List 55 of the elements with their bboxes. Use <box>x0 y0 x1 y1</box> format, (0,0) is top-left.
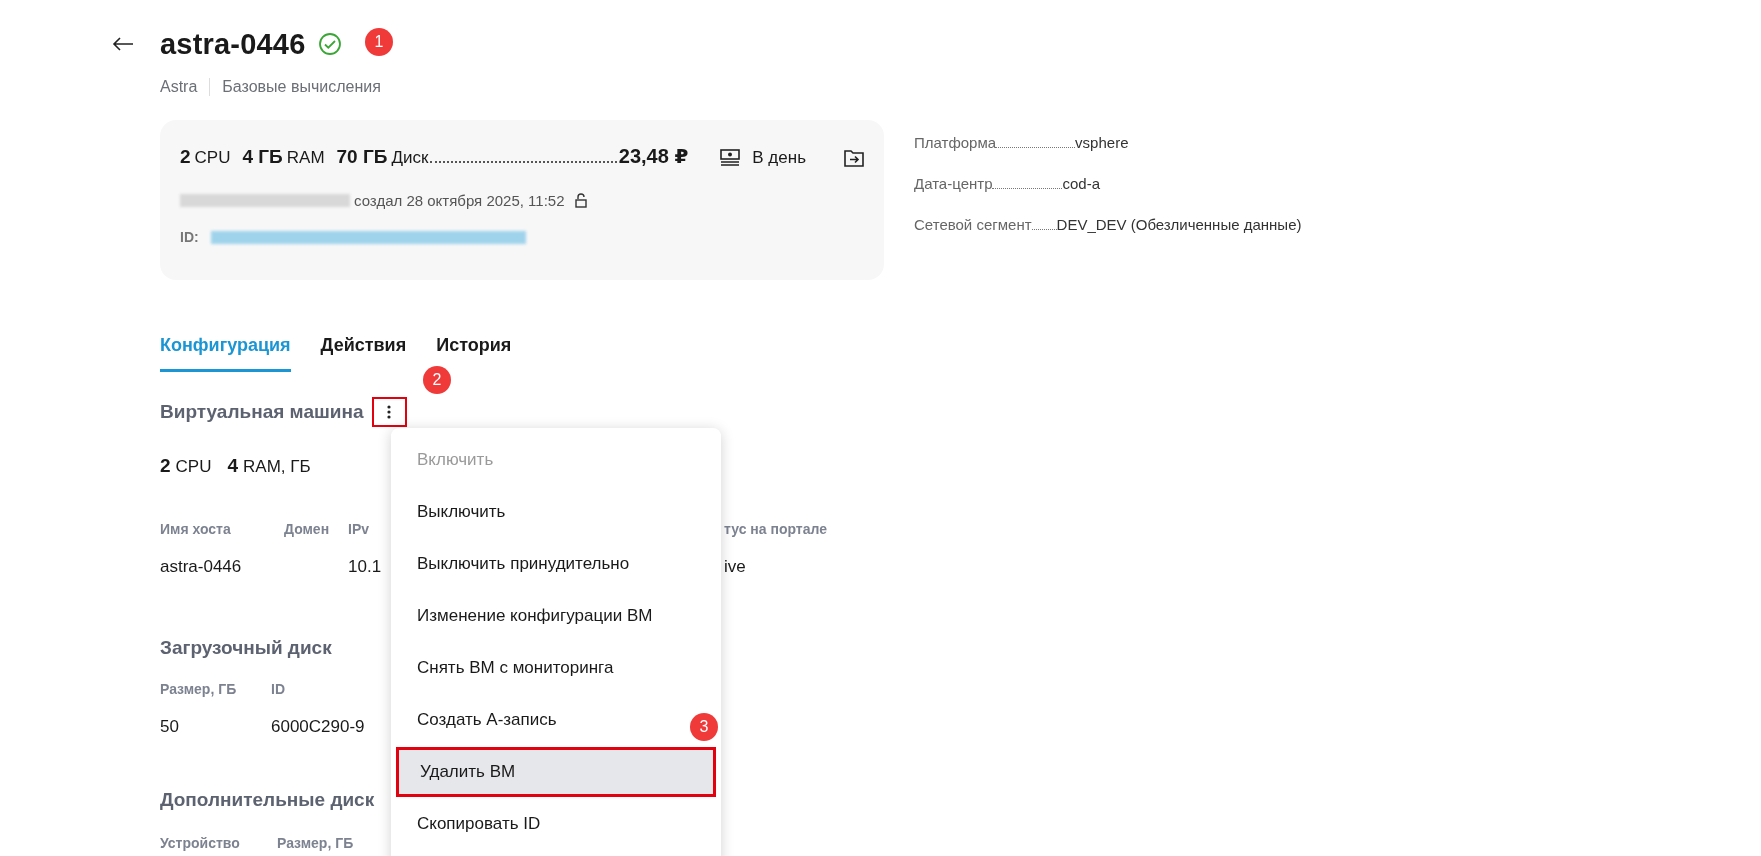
table-cell: 50 <box>160 717 179 737</box>
table-cell: astra-0446 <box>160 557 242 577</box>
price: 23,48 ₽ <box>618 144 689 168</box>
created-info: создал 28 октября 2025, 11:52 <box>354 192 565 209</box>
column-header: IPv <box>348 521 369 537</box>
menu-item[interactable]: Выключить <box>391 486 721 538</box>
spec-value: 2 <box>180 146 191 168</box>
spec-value: 70 ГБ <box>336 146 388 168</box>
banknote-icon <box>720 149 741 167</box>
menu-item[interactable]: Снять ВМ с мониторинга <box>391 642 721 694</box>
column-header: ID <box>271 681 285 697</box>
info-label: Сетевой сегмент <box>914 216 1032 233</box>
info-label: Дата-центр <box>914 175 993 192</box>
info-value: DEV_DEV (Обезличенные данные) <box>1056 216 1302 233</box>
column-header: Размер, ГБ <box>277 835 354 851</box>
callout-badge: 1 <box>365 28 393 56</box>
table-cell: ive <box>724 557 746 577</box>
spec-unit: RAM <box>286 148 325 168</box>
resource-value: 4 <box>227 455 239 477</box>
back-arrow-icon <box>112 37 134 51</box>
menu-item[interactable]: Выключить принудительно <box>391 538 721 590</box>
column-header: Устройство <box>160 835 240 851</box>
column-header: Размер, ГБ <box>160 681 237 697</box>
move-to-folder-button[interactable] <box>844 149 864 167</box>
info-value: vsphere <box>1075 134 1129 151</box>
tab[interactable]: Действия <box>320 335 407 372</box>
id-label: ID: <box>180 229 199 245</box>
breadcrumb: Astra <box>160 78 211 96</box>
section-title: Виртуальная машина <box>160 401 364 423</box>
spec-unit: Диск <box>391 148 429 168</box>
info-value: cod-a <box>1062 175 1100 192</box>
menu-item[interactable]: Изменение конфигурации ВМ <box>391 590 721 642</box>
info-label: Платформа <box>914 134 997 151</box>
spec-unit: CPU <box>194 148 231 168</box>
page-title: astra-0446 <box>160 27 306 61</box>
table-cell: 10.1 <box>348 557 382 577</box>
column-header: тус на портале <box>724 521 827 537</box>
menu-item[interactable]: Скопировать ID <box>391 798 721 850</box>
section-title: Загрузочный диск <box>160 637 332 659</box>
more-vertical-icon <box>387 405 391 419</box>
resource-unit: CPU <box>175 457 212 477</box>
column-header: Имя хоста <box>160 521 231 537</box>
breadcrumb: Базовые вычисления <box>222 78 381 96</box>
resource-unit: RAM, ГБ <box>243 457 311 477</box>
section-title: Дополнительные диск <box>160 789 375 811</box>
unlocked-padlock-icon <box>574 193 587 208</box>
spec-value: 4 ГБ <box>242 146 283 168</box>
folder-arrow-icon <box>844 149 864 167</box>
column-header: Домен <box>284 521 330 537</box>
callout-badge: 2 <box>423 366 451 394</box>
resource-value: 2 <box>160 455 171 477</box>
menu-item[interactable]: Удалить ВМ <box>396 747 716 797</box>
table-cell: 6000C290-9 <box>271 717 365 737</box>
billing-period: В день <box>752 148 806 168</box>
more-actions-button[interactable] <box>371 397 407 427</box>
